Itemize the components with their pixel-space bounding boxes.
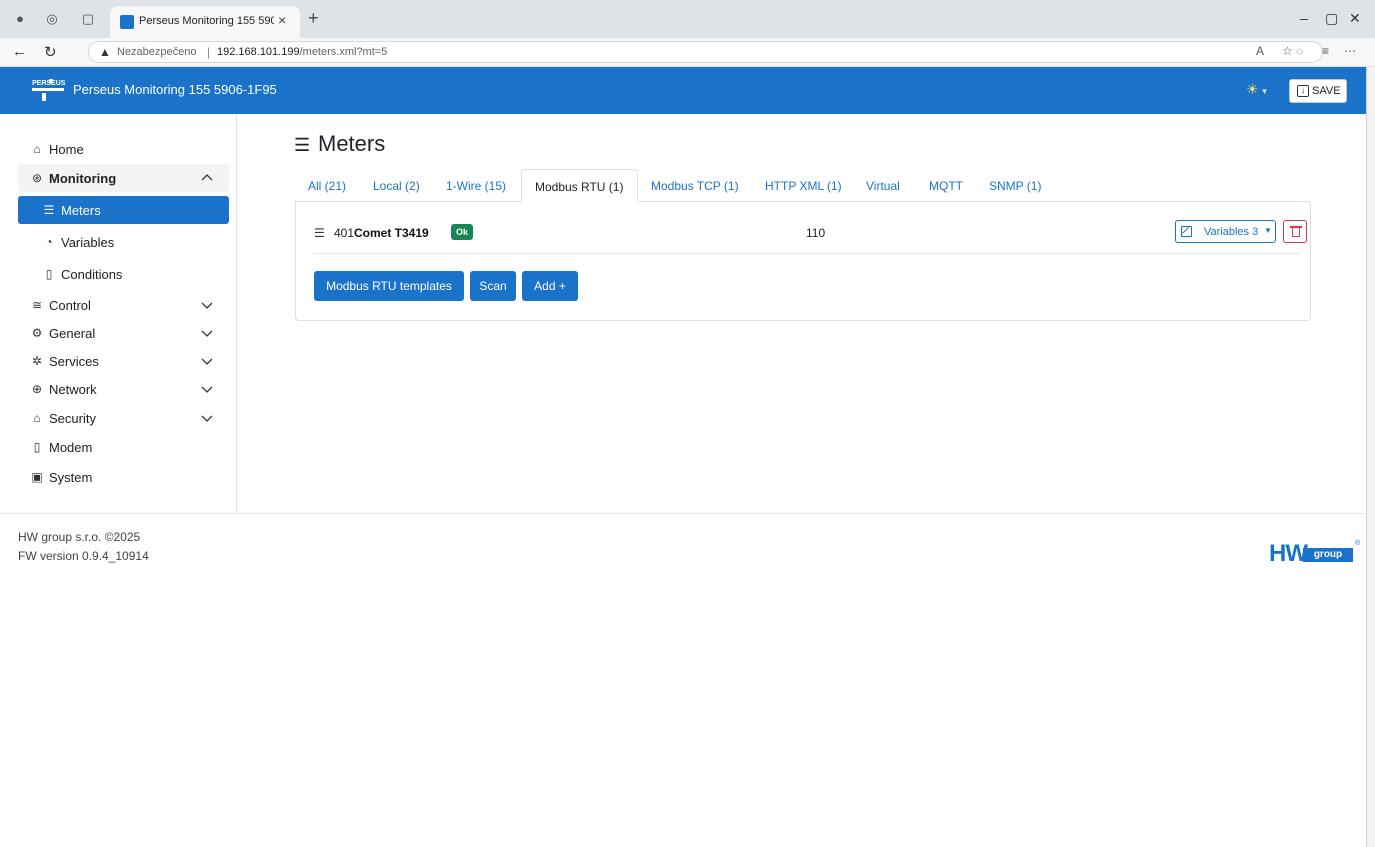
workspaces-icon[interactable]: ◎ — [44, 11, 60, 27]
sidebar-item-control[interactable]: ≅ Control — [18, 291, 229, 319]
close-tab-icon[interactable]: × — [278, 12, 286, 28]
meter-value: 110 — [806, 226, 826, 240]
app-header: PERSEUS Perseus Monitoring 155 5906-1F95… — [0, 67, 1366, 114]
profile-icon[interactable]: ● — [12, 11, 28, 27]
chevron-down-icon: ▼ — [1260, 87, 1269, 96]
favicon-icon — [120, 15, 134, 29]
sidebar-item-home[interactable]: ⌂ Home — [18, 135, 229, 163]
meter-id: 401 — [334, 226, 355, 240]
url-field[interactable]: ▲ Nezabezpečeno | 192.168.101.199/meters… — [88, 41, 1323, 63]
chevron-up-icon — [200, 171, 214, 185]
add-button[interactable]: Add + — [522, 271, 578, 301]
browser-tab-strip: ● ◎ ▢ Perseus Monitoring 155 5906-1F9 × … — [0, 0, 1375, 38]
url-text: 192.168.101.199/meters.xml?mt=5 — [217, 46, 388, 58]
meter-name[interactable]: Comet T3419 — [354, 226, 429, 240]
page-title: Meters — [318, 131, 386, 156]
meters-icon: ☰ — [294, 135, 311, 155]
firmware-version: FW version 0.9.4_10914 — [18, 549, 149, 563]
tab-all[interactable]: All (21) — [298, 169, 360, 202]
copyright-text: HW group s.r.o. ©2025 — [18, 530, 141, 544]
sidebar-item-meters[interactable]: ☰ Meters — [18, 196, 229, 224]
edit-button[interactable] — [1175, 220, 1197, 243]
chevron-down-icon — [200, 326, 214, 340]
security-label: Nezabezpečeno — [117, 46, 197, 58]
extensions-icon[interactable]: ◌ — [1296, 44, 1303, 58]
tab-local[interactable]: Local (2) — [364, 169, 428, 202]
theme-toggle[interactable]: ☀ ▼ — [1246, 81, 1268, 98]
warning-icon: ▲ — [99, 45, 111, 59]
maximize-icon[interactable]: ▢ — [1325, 10, 1338, 27]
status-badge: Ok — [451, 224, 474, 240]
system-icon: ▣ — [31, 470, 43, 484]
home-icon: ⌂ — [33, 142, 41, 156]
monitoring-icon: ⊛ — [31, 171, 43, 185]
browser-address-bar: ← ↻ ▲ Nezabezpečeno | 192.168.101.199/me… — [0, 38, 1375, 67]
collections-icon[interactable]: ≡ — [1322, 44, 1329, 58]
more-icon[interactable]: ⋯ — [1344, 44, 1356, 58]
tab-actions-icon[interactable]: ▢ — [80, 11, 96, 27]
tab-mqtt[interactable]: MQTT — [921, 169, 971, 202]
caret-down-icon: ▼ — [1264, 226, 1272, 235]
scan-button[interactable]: Scan — [470, 271, 516, 301]
tab-http-xml[interactable]: HTTP XML (1) — [756, 169, 848, 202]
variables-dropdown-button[interactable]: Variables 3 ▼ — [1196, 220, 1276, 243]
read-aloud-icon[interactable]: A — [1256, 44, 1264, 58]
modbus-rtu-templates-button[interactable]: Modbus RTU templates — [314, 271, 464, 301]
sidebar-item-conditions[interactable]: ▯ Conditions — [18, 260, 229, 288]
tab-1-wire[interactable]: 1-Wire (15) — [436, 169, 516, 202]
sidebar-item-general[interactable]: ⚙ General — [18, 319, 229, 347]
favorite-icon[interactable]: ☆ — [1282, 44, 1293, 58]
trash-icon — [1292, 228, 1300, 237]
chevron-down-icon — [200, 354, 214, 368]
sidebar-item-monitoring[interactable]: ⊛ Monitoring — [18, 164, 229, 192]
perseus-logo: PERSEUS — [32, 79, 65, 102]
meter-icon: ☰ — [314, 226, 325, 240]
new-tab-icon[interactable]: + — [308, 8, 319, 29]
edit-icon — [1181, 226, 1192, 237]
browser-tab-title: Perseus Monitoring 155 5906-1F9 — [139, 15, 274, 27]
sidebar-item-system[interactable]: ▣ System — [18, 463, 229, 491]
gauge-icon: ◔ — [45, 235, 53, 249]
close-window-icon[interactable]: ✕ — [1349, 10, 1361, 27]
app-title: Perseus Monitoring 155 5906-1F95 — [73, 82, 277, 97]
tab-modbus-tcp[interactable]: Modbus TCP (1) — [642, 169, 750, 202]
delete-button[interactable] — [1283, 220, 1307, 243]
back-icon[interactable]: ← — [12, 43, 27, 60]
sidebar-item-modem[interactable]: ▯ Modem — [18, 433, 229, 461]
tab-snmp[interactable]: SNMP (1) — [980, 169, 1050, 202]
sidebar-item-variables[interactable]: ◔ Variables — [18, 228, 229, 256]
chevron-down-icon — [200, 298, 214, 312]
lock-icon: ⌂ — [33, 411, 41, 425]
globe-icon: ⊕ — [31, 382, 43, 396]
tab-virtual[interactable]: Virtual — [858, 169, 914, 202]
hw-group-logo: HW group ® — [1269, 540, 1361, 567]
table-row: ☰ 401 Comet T3419 Ok 110 Variables 3 ▼ — [314, 202, 1307, 254]
sidebar: ⌂ Home ⊛ Monitoring ☰ Meters ◔ Variables… — [0, 114, 237, 513]
services-icon: ✲ — [31, 354, 43, 368]
sliders-icon: ≅ — [31, 298, 43, 312]
clipboard-icon: ▯ — [45, 267, 53, 281]
minimize-icon[interactable]: – — [1300, 10, 1308, 26]
save-icon: ↓ — [1297, 85, 1309, 97]
sidebar-item-security[interactable]: ⌂ Security — [18, 404, 229, 432]
sidebar-item-network[interactable]: ⊕ Network — [18, 375, 229, 403]
chevron-down-icon — [200, 411, 214, 425]
sidebar-item-services[interactable]: ✲ Services — [18, 347, 229, 375]
meters-icon: ☰ — [43, 203, 55, 217]
footer: HW group s.r.o. ©2025 FW version 0.9.4_1… — [0, 513, 1366, 583]
save-button[interactable]: ↓ SAVE — [1289, 79, 1347, 103]
gear-icon: ⚙ — [31, 326, 43, 340]
window-edge — [1366, 67, 1375, 847]
browser-tab[interactable]: Perseus Monitoring 155 5906-1F9 × — [110, 6, 300, 38]
meters-panel: ☰ 401 Comet T3419 Ok 110 Variables 3 ▼ — [295, 201, 1311, 321]
chevron-down-icon — [200, 382, 214, 396]
sun-icon: ☀ — [1246, 81, 1259, 97]
tab-modbus-rtu[interactable]: Modbus RTU (1) — [521, 169, 638, 202]
modem-icon: ▯ — [33, 440, 41, 454]
reload-icon[interactable]: ↻ — [44, 43, 57, 61]
